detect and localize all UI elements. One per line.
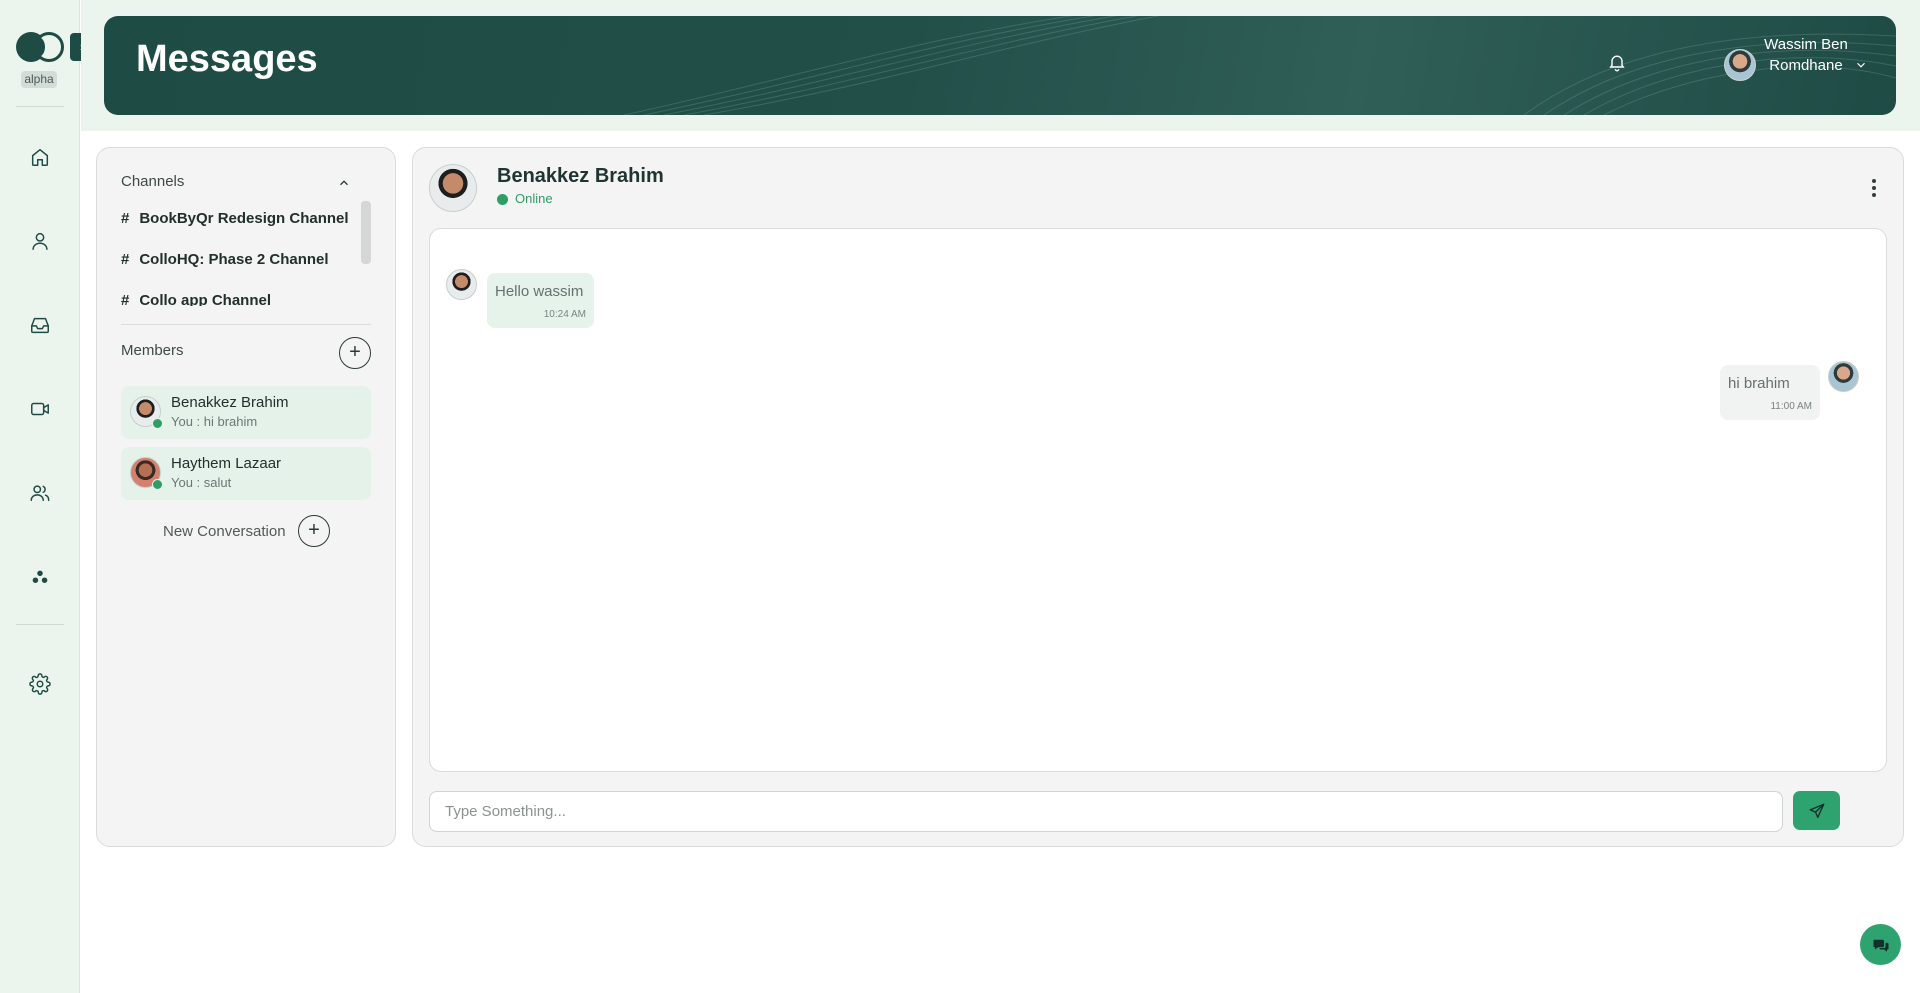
rail-divider — [16, 106, 64, 107]
hash-icon: # — [121, 292, 130, 306]
channels-heading: Channels — [121, 173, 185, 190]
online-status-dot — [152, 418, 163, 429]
member-item-benakkez-brahim[interactable]: Benakkez Brahim You : hi brahim — [121, 386, 371, 439]
panel-divider — [121, 324, 371, 325]
left-rail: › alpha — [0, 0, 94, 993]
new-conversation-label[interactable]: New Conversation — [163, 523, 286, 540]
message-time: 11:00 AM — [1770, 401, 1812, 412]
contact-name: Benakkez Brahim — [497, 165, 664, 187]
gear-icon[interactable] — [26, 670, 54, 698]
channel-label: Collo app Channel — [139, 292, 272, 306]
video-icon[interactable] — [26, 395, 54, 423]
sender-avatar — [446, 269, 477, 300]
last-message-preview: You : salut — [171, 475, 232, 490]
chat-panel: Benakkez Brahim Online Hello wassim 10:2… — [412, 147, 1904, 847]
add-member-button[interactable]: + — [339, 337, 371, 369]
user-icon[interactable] — [26, 227, 54, 255]
more-options-icon[interactable] — [1864, 176, 1884, 200]
hash-icon: # — [121, 210, 130, 227]
app-logo[interactable] — [16, 32, 64, 62]
chat-bubble-fab[interactable] — [1860, 924, 1901, 965]
apps-icon[interactable] — [26, 563, 54, 591]
channel-list: # BookByQr Redesign Channel # ColloHQ: P… — [121, 198, 361, 306]
chevron-up-icon[interactable] — [337, 176, 353, 192]
last-message-preview: You : hi brahim — [171, 414, 258, 429]
members-heading: Members — [121, 342, 184, 359]
chevron-down-icon[interactable] — [1854, 58, 1868, 72]
channel-item[interactable]: # ColloHQ: Phase 2 Channel — [121, 239, 361, 280]
page-title: Messages — [136, 38, 318, 80]
channel-label: ColloHQ: Phase 2 Channel — [139, 251, 329, 268]
home-icon[interactable] — [26, 143, 54, 171]
notification-bell-icon[interactable] — [1607, 52, 1633, 78]
new-conversation-button[interactable]: + — [298, 515, 330, 547]
rail-divider — [16, 624, 64, 625]
version-badge: alpha — [21, 71, 57, 88]
send-icon — [1809, 803, 1824, 818]
user-name[interactable]: Wassim Ben Romdhane — [1761, 34, 1851, 76]
member-name: Benakkez Brahim — [171, 394, 289, 411]
messages-area[interactable]: Hello wassim 10:24 AM hi brahim 11:00 AM — [429, 228, 1887, 772]
contact-avatar[interactable] — [429, 164, 477, 212]
channel-item[interactable]: # BookByQr Redesign Channel — [121, 198, 361, 239]
hash-icon: # — [121, 251, 130, 268]
online-status-dot — [497, 194, 508, 205]
conversations-panel: Channels # BookByQr Redesign Channel # C… — [96, 147, 396, 847]
channel-scrollbar[interactable] — [361, 201, 371, 264]
online-status-dot — [152, 479, 163, 490]
channel-label: BookByQr Redesign Channel — [139, 210, 349, 227]
send-button[interactable] — [1793, 791, 1840, 830]
member-item-haythem-lazaar[interactable]: Haythem Lazaar You : salut — [121, 447, 371, 500]
logo-circle-right — [31, 32, 64, 62]
message-bubble-outgoing: hi brahim 11:00 AM — [1720, 365, 1820, 420]
chat-icon — [1873, 939, 1888, 952]
page-header: Messages Wassim Ben Romdhane — [104, 16, 1896, 115]
inbox-icon[interactable] — [26, 311, 54, 339]
member-name: Haythem Lazaar — [171, 455, 282, 472]
message-text: hi brahim — [1728, 375, 1790, 392]
own-avatar — [1828, 361, 1859, 392]
team-icon[interactable] — [26, 479, 54, 507]
message-time: 10:24 AM — [543, 309, 586, 320]
channel-item[interactable]: # Collo app Channel — [121, 280, 361, 306]
contact-status: Online — [515, 191, 553, 206]
message-input[interactable] — [429, 791, 1783, 832]
message-bubble-incoming: Hello wassim 10:24 AM — [487, 273, 594, 328]
message-text: Hello wassim — [495, 283, 584, 300]
user-avatar[interactable] — [1724, 49, 1756, 81]
